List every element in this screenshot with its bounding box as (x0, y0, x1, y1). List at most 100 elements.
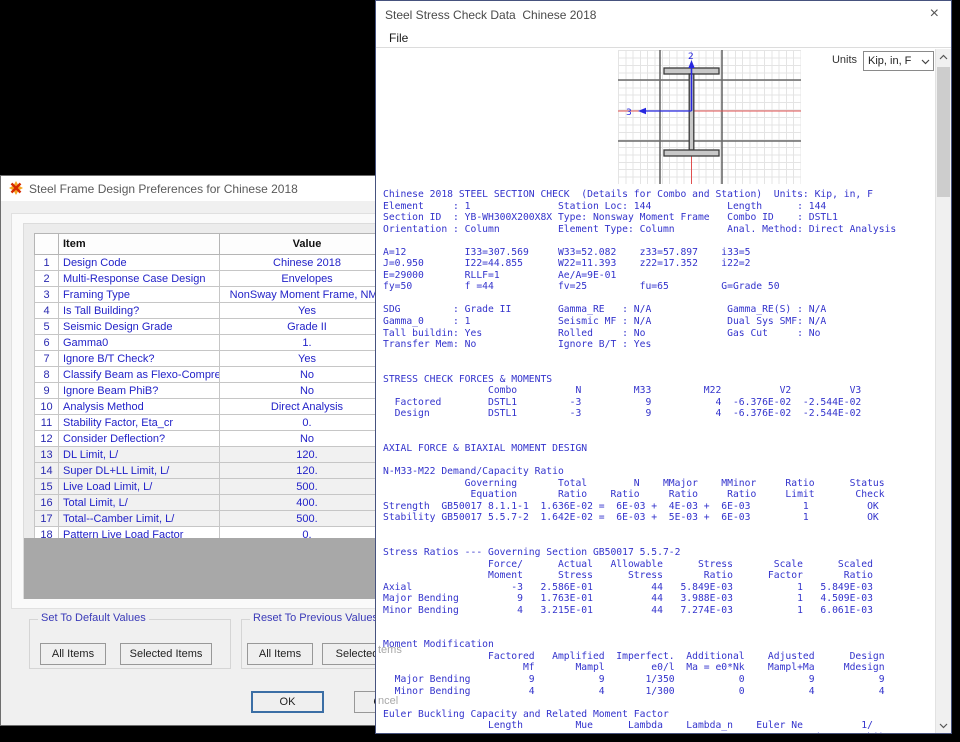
window-titlebar[interactable]: Steel Stress Check Data Chinese 2018 × (376, 1, 951, 29)
row-value[interactable]: 120. (220, 463, 395, 479)
row-value[interactable]: No (220, 383, 395, 399)
row-item: Seismic Design Grade (59, 319, 220, 335)
number-column-header (35, 234, 59, 255)
ok-button[interactable]: OK (251, 691, 324, 713)
row-number: 7 (35, 351, 59, 367)
set-default-values-group: Set To Default Values All Items Selected… (29, 619, 231, 669)
row-value[interactable]: Envelopes (220, 271, 395, 287)
row-item: Framing Type (59, 287, 220, 303)
row-item: Stability Factor, Eta_cr (59, 415, 220, 431)
close-icon[interactable]: × (930, 4, 939, 24)
vertical-scrollbar[interactable] (935, 49, 951, 733)
set-default-values-label: Set To Default Values (38, 612, 149, 624)
scrollbar-thumb[interactable] (937, 67, 950, 197)
table-row[interactable]: 5Seismic Design GradeGrade II (35, 319, 395, 335)
table-row[interactable]: 8Classify Beam as Flexo-Compression...No (35, 367, 395, 383)
reset-previous-values-label: Reset To Previous Values (250, 612, 381, 624)
table-row[interactable]: 10Analysis MethodDirect Analysis (35, 399, 395, 415)
table-row[interactable]: 14Super DL+LL Limit, L/120. (35, 463, 395, 479)
default-selected-items-button[interactable]: Selected Items (120, 643, 212, 665)
row-value[interactable]: No (220, 367, 395, 383)
ghost-text-fragment: ncel (378, 695, 398, 707)
table-row[interactable]: 6Gamma01. (35, 335, 395, 351)
row-item: Multi-Response Case Design (59, 271, 220, 287)
row-number: 13 (35, 447, 59, 463)
row-item: Consider Deflection? (59, 431, 220, 447)
table-row[interactable]: 3Framing TypeNonSway Moment Frame, NMF (35, 287, 395, 303)
table-row[interactable]: 7Ignore B/T Check?Yes (35, 351, 395, 367)
table-row[interactable]: 17Total--Camber Limit, L/500. (35, 511, 395, 527)
row-item: Is Tall Building? (59, 303, 220, 319)
row-number: 15 (35, 479, 59, 495)
row-number: 4 (35, 303, 59, 319)
row-number: 6 (35, 335, 59, 351)
table-row[interactable]: 2Multi-Response Case DesignEnvelopes (35, 271, 395, 287)
section-diagram: 2 3 (618, 50, 801, 184)
file-menu[interactable]: File (389, 31, 408, 45)
row-number: 14 (35, 463, 59, 479)
table-row[interactable]: 1Design CodeChinese 2018 (35, 255, 395, 271)
row-value[interactable]: NonSway Moment Frame, NMF (220, 287, 395, 303)
units-value: Kip, in, F (868, 55, 911, 67)
table-row[interactable]: 15Live Load Limit, L/500. (35, 479, 395, 495)
row-number: 17 (35, 511, 59, 527)
window-title: Steel Stress Check Data Chinese 2018 (385, 8, 596, 22)
scroll-up-icon[interactable] (936, 49, 951, 65)
table-row[interactable]: 4Is Tall Building?Yes (35, 303, 395, 319)
table-row[interactable]: 11Stability Factor, Eta_cr0. (35, 415, 395, 431)
table-row[interactable]: 12Consider Deflection?No (35, 431, 395, 447)
row-item: Ignore B/T Check? (59, 351, 220, 367)
menu-bar: File (376, 29, 951, 48)
table-row[interactable]: 16Total Limit, L/400. (35, 495, 395, 511)
row-item: Design Code (59, 255, 220, 271)
row-item: Classify Beam as Flexo-Compression... (59, 367, 220, 383)
row-number: 1 (35, 255, 59, 271)
row-item: Gamma0 (59, 335, 220, 351)
row-number: 12 (35, 431, 59, 447)
row-value[interactable]: No (220, 431, 395, 447)
row-value[interactable]: 1. (220, 335, 395, 351)
row-number: 9 (35, 383, 59, 399)
row-item: Super DL+LL Limit, L/ (59, 463, 220, 479)
row-number: 8 (35, 367, 59, 383)
axis-3-label: 3 (626, 108, 632, 118)
dialog-title: Steel Frame Design Preferences for Chine… (29, 182, 298, 196)
app-logo-icon (9, 181, 23, 195)
row-value[interactable]: Grade II (220, 319, 395, 335)
row-number: 5 (35, 319, 59, 335)
row-number: 10 (35, 399, 59, 415)
row-value[interactable]: Direct Analysis (220, 399, 395, 415)
table-row[interactable]: 9Ignore Beam PhiB?No (35, 383, 395, 399)
row-value[interactable]: 500. (220, 479, 395, 495)
row-number: 2 (35, 271, 59, 287)
row-item: DL Limit, L/ (59, 447, 220, 463)
default-all-items-button[interactable]: All Items (40, 643, 106, 665)
row-item: Total--Camber Limit, L/ (59, 511, 220, 527)
row-number: 3 (35, 287, 59, 303)
row-value[interactable]: Yes (220, 303, 395, 319)
axis-2-label: 2 (688, 52, 694, 62)
row-value[interactable]: 0. (220, 415, 395, 431)
table-row[interactable]: 13DL Limit, L/120. (35, 447, 395, 463)
row-item: Live Load Limit, L/ (59, 479, 220, 495)
chevron-down-icon (921, 57, 930, 66)
row-number: 11 (35, 415, 59, 431)
item-column-header: Item (59, 234, 220, 255)
stress-check-report: Chinese 2018 STEEL SECTION CHECK (Detail… (383, 189, 931, 733)
row-item: Total Limit, L/ (59, 495, 220, 511)
row-value[interactable]: Chinese 2018 (220, 255, 395, 271)
units-label: Units (832, 54, 857, 66)
row-number: 16 (35, 495, 59, 511)
units-dropdown[interactable]: Kip, in, F (863, 51, 934, 71)
value-column-header: Value (220, 234, 395, 255)
reset-all-items-button[interactable]: All Items (247, 643, 313, 665)
row-value[interactable]: 120. (220, 447, 395, 463)
scroll-down-icon[interactable] (936, 717, 951, 733)
row-value[interactable]: Yes (220, 351, 395, 367)
row-value[interactable]: 400. (220, 495, 395, 511)
row-item: Ignore Beam PhiB? (59, 383, 220, 399)
row-value[interactable]: 500. (220, 511, 395, 527)
ghost-text-fragment: tems (378, 644, 402, 656)
window-content: Units Kip, in, F (376, 49, 951, 733)
table-header-row: Item Value (35, 234, 395, 255)
